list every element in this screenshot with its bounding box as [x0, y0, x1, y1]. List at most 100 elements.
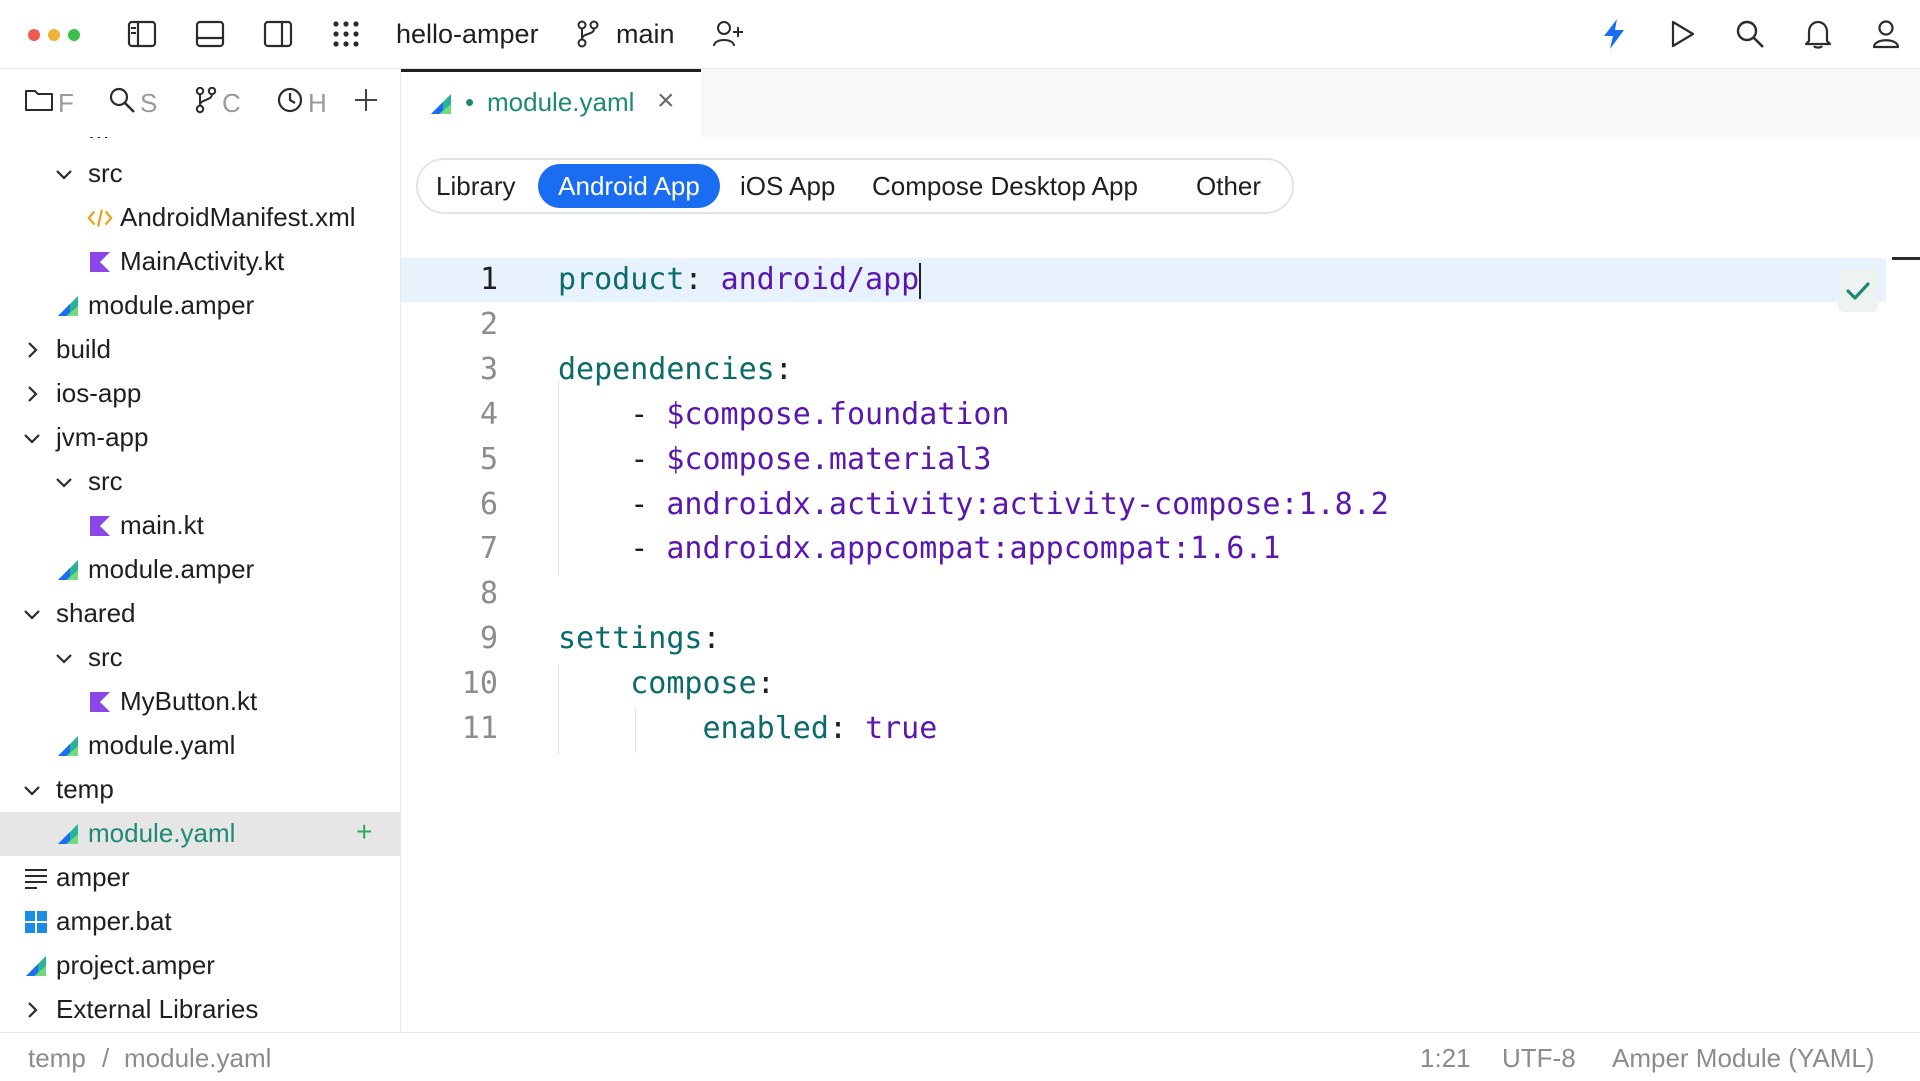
search-icon[interactable] [1730, 14, 1770, 54]
tool-tab-project[interactable]: F [24, 87, 78, 119]
template-library[interactable]: Library [436, 164, 515, 208]
tree-folder-item[interactable]: src [0, 636, 400, 680]
tree-item-label: amper [56, 862, 130, 892]
right-panel-toggle-icon[interactable] [258, 14, 298, 54]
minimize-window-button[interactable] [48, 29, 60, 41]
template-android-app[interactable]: Android App [538, 164, 720, 208]
amper-file-icon [54, 556, 82, 584]
tree-item-label: MyButton.kt [120, 686, 258, 716]
project-name[interactable]: hello-amper [396, 18, 539, 50]
editor-tab-module-yaml[interactable]: • module.yaml × [401, 69, 701, 137]
code-line[interactable]: product: android/app [558, 258, 922, 302]
tree-file-item[interactable]: module.amper [0, 548, 400, 592]
tree-folder-item[interactable]: src [0, 460, 400, 504]
add-tool-tab-button[interactable] [352, 87, 386, 119]
chevron-right-icon[interactable] [18, 380, 46, 408]
tree-folder-item[interactable]: temp [0, 768, 400, 812]
chevron-down-icon[interactable] [50, 644, 78, 672]
tree-file-item[interactable]: MainActivity.kt [0, 240, 400, 284]
amper-file-icon [54, 820, 82, 848]
tree-file-item[interactable]: AndroidManifest.xml [0, 196, 400, 240]
tree-item-label: project.amper [56, 950, 215, 980]
close-window-button[interactable] [28, 29, 40, 41]
zoom-window-button[interactable] [68, 29, 80, 41]
tree-file-item[interactable]: module.amper [0, 284, 400, 328]
inspection-ok-icon[interactable] [1838, 270, 1878, 312]
tree-file-item[interactable]: module.yaml + [0, 812, 400, 856]
tree-file-item[interactable]: module.yaml [0, 724, 400, 768]
tree-item-label: jvm-app [56, 422, 149, 452]
yaml-key: dependencies [558, 351, 775, 387]
tree-folder-item[interactable]: ios-app [0, 372, 400, 416]
template-ios-app[interactable]: iOS App [740, 164, 835, 208]
chevron-right-icon[interactable] [18, 996, 46, 1024]
tree-folder-item[interactable]: External Libraries [0, 988, 400, 1032]
bottom-panel-toggle-icon[interactable] [190, 14, 230, 54]
line-number: 2 [479, 306, 498, 342]
tree-folder-item[interactable]: src [0, 152, 400, 196]
template-compose-desktop-app[interactable]: Compose Desktop App [872, 164, 1138, 208]
yaml-key: settings [558, 621, 703, 657]
apps-grid-icon[interactable] [326, 14, 366, 54]
chevron-down-icon[interactable] [18, 776, 46, 804]
amper-file-icon [54, 732, 82, 760]
tool-tab-search[interactable]: S [108, 87, 162, 119]
tree-item-label: build [56, 334, 111, 364]
git-branch-icon[interactable] [572, 14, 604, 54]
breadcrumb-folder[interactable]: temp [28, 1043, 86, 1074]
notifications-bell-icon[interactable] [1798, 14, 1838, 54]
yaml-key: compose [630, 666, 757, 702]
caret-position[interactable]: 1:21 [1420, 1043, 1471, 1074]
breadcrumb-separator: / [102, 1043, 110, 1073]
tree-folder-item[interactable]: build [0, 328, 400, 372]
breadcrumb-file[interactable]: module.yaml [124, 1043, 271, 1074]
code-line[interactable]: dependencies: [558, 348, 793, 392]
account-icon[interactable] [1866, 14, 1906, 54]
indent-guide [558, 380, 559, 576]
tool-tab-history-label: H [308, 87, 327, 118]
tool-tab-history[interactable]: H [276, 87, 330, 119]
code-line[interactable]: settings: [558, 617, 721, 661]
yaml-key: product [558, 262, 685, 297]
tree-folder-item[interactable]: shared [0, 592, 400, 636]
left-panel-toggle-icon[interactable] [122, 14, 162, 54]
tree-item-label: src [88, 466, 123, 496]
code-line[interactable]: - $compose.material3 [558, 438, 991, 482]
code-line[interactable]: - $compose.foundation [558, 393, 1009, 437]
run-icon[interactable] [1662, 14, 1702, 54]
file-encoding[interactable]: UTF-8 [1502, 1043, 1576, 1074]
tree-file-item[interactable]: main.kt [0, 504, 400, 548]
lightning-icon[interactable] [1594, 14, 1634, 54]
tree-file-item[interactable]: amper.bat [0, 900, 400, 944]
code-line[interactable]: enabled: true [558, 707, 938, 751]
code-line[interactable]: compose: [558, 662, 775, 706]
chevron-down-icon[interactable] [18, 424, 46, 452]
code-line[interactable]: - androidx.activity:activity-compose:1.8… [558, 483, 1389, 527]
code-line[interactable]: - androidx.appcompat:appcompat:1.6.1 [558, 527, 1280, 571]
branch-name[interactable]: main [616, 18, 675, 50]
tree-item-label: module.amper [88, 554, 255, 584]
tree-file-item[interactable]: amper [0, 856, 400, 900]
tool-window-tabs: F S C H [0, 69, 400, 137]
chevron-down-icon[interactable] [50, 160, 78, 188]
line-number: 11 [461, 711, 498, 746]
tool-tab-commit[interactable]: C [194, 87, 248, 119]
tree-file-item[interactable]: MyButton.kt [0, 680, 400, 724]
module-template-selector: Library Android App iOS App Compose Desk… [416, 158, 1294, 214]
tree-item-partial[interactable]: ... [0, 137, 400, 152]
tree-folder-item[interactable]: jvm-app [0, 416, 400, 460]
file-type[interactable]: Amper Module (YAML) [1612, 1043, 1875, 1074]
line-number: 8 [479, 576, 498, 612]
yaml-punct [558, 442, 630, 477]
tree-item-label: module.yaml [88, 818, 236, 848]
chevron-right-icon[interactable] [18, 336, 46, 364]
line-number: 10 [461, 666, 498, 702]
close-tab-button[interactable]: × [657, 84, 675, 118]
tree-file-item[interactable]: project.amper [0, 944, 400, 988]
tree-item-label: module.amper [88, 290, 255, 320]
tool-tab-search-label: S [140, 87, 158, 118]
chevron-down-icon[interactable] [18, 600, 46, 628]
template-other[interactable]: Other [1196, 164, 1261, 208]
add-user-icon[interactable] [708, 14, 748, 54]
chevron-down-icon[interactable] [50, 468, 78, 496]
